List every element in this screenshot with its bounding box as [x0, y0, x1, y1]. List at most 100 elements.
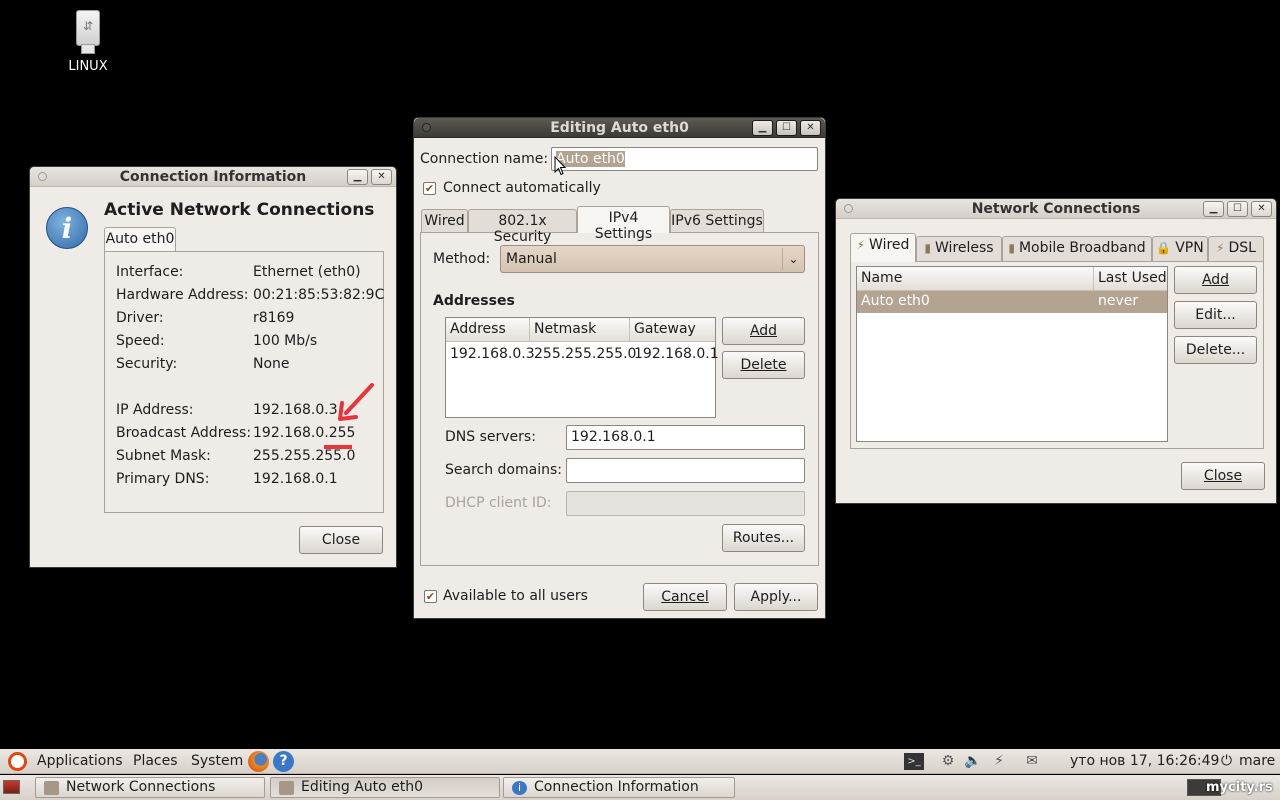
settings-tools-icon[interactable]: ⚙	[938, 753, 958, 770]
applications-menu[interactable]: Applications	[37, 753, 123, 769]
mail-icon[interactable]: ✉	[1022, 753, 1042, 770]
taskbar-connection-information[interactable]: i Connection Information	[503, 777, 735, 798]
detail-value: 255.255.255.0	[253, 448, 356, 464]
routes-label: Routes...	[732, 530, 795, 546]
add-address-button[interactable]: Add	[722, 317, 805, 345]
chevron-down-icon: ⌄	[782, 248, 804, 270]
detail-label: Hardware Address:	[116, 287, 249, 303]
vpn-icon: 🔒	[1156, 241, 1172, 255]
detail-value: 00:21:85:53:82:9C	[253, 287, 385, 303]
connection-name-value: Auto eth0	[556, 151, 625, 167]
close-window-button[interactable]: ✕	[371, 169, 392, 185]
edit-connection-button[interactable]: Edit...	[1174, 301, 1257, 329]
address-cell[interactable]: 192.168.0.3	[450, 346, 535, 362]
tab-auto-eth0[interactable]: Auto eth0	[104, 227, 176, 251]
system-menu[interactable]: System	[191, 753, 243, 769]
column-header-last-used[interactable]: Last Used	[1094, 267, 1167, 291]
tab-wired[interactable]: Wired	[421, 209, 468, 232]
tab-vpn[interactable]: 🔒 VPN	[1152, 236, 1208, 261]
minimize-button[interactable]: ▁	[752, 120, 773, 136]
tab-wired[interactable]: ⚡ Wired	[850, 233, 916, 262]
connect-automatically-checkbox[interactable]: ✔	[423, 182, 436, 195]
close-button[interactable]: Close	[1181, 462, 1265, 490]
usb-drive-icon: ⇵	[76, 10, 100, 54]
minimize-button[interactable]: ▁	[1203, 201, 1224, 217]
connect-automatically-label[interactable]: Connect automatically	[443, 180, 601, 196]
connection-name-input[interactable]: Auto eth0	[551, 147, 818, 171]
tab-dsl[interactable]: ⚡ DSL	[1208, 236, 1264, 261]
user-name[interactable]: mare	[1239, 753, 1275, 769]
delete-connection-button[interactable]: Delete...	[1174, 336, 1257, 364]
tab-label: Mobile Broadband	[1018, 240, 1146, 256]
table-row[interactable]: Auto eth0 never	[857, 291, 1167, 313]
firefox-icon[interactable]	[248, 751, 269, 772]
info-icon: i	[46, 207, 88, 249]
column-header-netmask[interactable]: Netmask	[530, 318, 630, 342]
close-button[interactable]: Close	[299, 526, 383, 554]
minimize-button[interactable]: ▁	[347, 169, 368, 185]
addresses-table[interactable]: Address Netmask Gateway 192.168.0.3 255.…	[445, 317, 719, 418]
method-select[interactable]: Manual ⌄	[500, 245, 805, 273]
add-label: Add	[1201, 272, 1230, 288]
detail-label: Driver:	[116, 310, 164, 326]
netmask-cell[interactable]: 255.255.255.0	[534, 346, 636, 362]
addresses-heading: Addresses	[433, 293, 515, 309]
column-header-name[interactable]: Name	[857, 267, 1094, 291]
cancel-label: Cancel	[661, 589, 709, 605]
search-domains-label: Search domains:	[445, 462, 562, 478]
connections-table[interactable]: Name Last Used Auto eth0 never	[856, 266, 1168, 442]
close-window-button[interactable]: ✕	[800, 120, 821, 136]
maximize-button[interactable]: ☐	[1227, 201, 1248, 217]
task-label: Network Connections	[66, 779, 216, 795]
maximize-button[interactable]: ☐	[776, 120, 797, 136]
available-to-all-users-label[interactable]: Available to all users	[443, 588, 588, 604]
ubuntu-logo-icon[interactable]	[8, 752, 27, 771]
help-icon[interactable]: ?	[273, 751, 294, 772]
titlebar[interactable]: Connection Information ▁ ✕	[30, 167, 396, 187]
connection-information-window: Connection Information ▁ ✕ i Active Netw…	[29, 166, 397, 568]
tab-mobile-broadband[interactable]: ▮ Mobile Broadband	[1002, 236, 1152, 261]
usb-drive-desktop-icon[interactable]: ⇵ LINUX	[58, 10, 118, 74]
tab-802-1x-security[interactable]: 802.1x Security	[468, 209, 577, 245]
close-window-button[interactable]: ✕	[1251, 201, 1272, 217]
places-menu[interactable]: Places	[133, 753, 178, 769]
tab-wireless[interactable]: ▮ Wireless	[916, 236, 1002, 261]
apply-label: Apply...	[750, 589, 802, 605]
watermark: mycity.rs	[1206, 780, 1273, 795]
terminal-icon[interactable]: >_	[904, 753, 924, 770]
column-header-address[interactable]: Address	[446, 318, 530, 342]
network-icon[interactable]: ⚡	[989, 753, 1009, 770]
top-panel: Applications Places System ? >_ ⚙ 🔈 ⚡ ✉ …	[0, 749, 1280, 774]
task-label: Connection Information	[534, 779, 699, 795]
cancel-button[interactable]: Cancel	[643, 583, 727, 611]
taskbar-network-connections[interactable]: Network Connections	[35, 777, 265, 798]
routes-button[interactable]: Routes...	[722, 524, 805, 552]
connection-name-label: Connection name:	[420, 151, 549, 167]
mobile-broadband-icon: ▮	[1008, 241, 1015, 255]
clock[interactable]: уто нов 17, 16:26:49	[1070, 753, 1219, 769]
titlebar[interactable]: Network Connections ▁ ☐ ✕	[836, 199, 1276, 219]
tab-ipv6-settings[interactable]: IPv6 Settings	[670, 209, 764, 232]
network-connections-icon	[279, 781, 294, 795]
power-icon[interactable]: ⏻	[1221, 753, 1232, 769]
tab-ipv4-settings[interactable]: IPv4 Settings	[577, 206, 670, 242]
titlebar[interactable]: Editing Auto eth0 ▁ ☐ ✕	[414, 118, 825, 138]
annotation-arrow	[336, 383, 376, 429]
connection-name-cell: Auto eth0	[861, 293, 930, 309]
add-connection-button[interactable]: Add	[1174, 266, 1257, 294]
volume-icon[interactable]: 🔈	[963, 753, 983, 770]
taskbar-editing-auto-eth0[interactable]: Editing Auto eth0	[270, 777, 500, 798]
method-value: Manual	[506, 251, 557, 267]
detail-value: None	[253, 356, 290, 372]
gateway-cell[interactable]: 192.168.0.1	[634, 346, 719, 362]
dns-servers-label: DNS servers:	[445, 429, 536, 445]
dns-servers-input[interactable]: 192.168.0.1	[566, 425, 805, 450]
mouse-cursor-icon	[554, 155, 567, 180]
detail-label: IP Address:	[116, 402, 194, 418]
apply-button[interactable]: Apply...	[734, 583, 818, 611]
available-to-all-users-checkbox[interactable]: ✔	[424, 590, 437, 603]
show-desktop-icon[interactable]	[3, 780, 20, 794]
column-header-gateway[interactable]: Gateway	[630, 318, 716, 342]
delete-address-button[interactable]: Delete	[722, 351, 805, 379]
search-domains-input[interactable]	[566, 458, 805, 483]
